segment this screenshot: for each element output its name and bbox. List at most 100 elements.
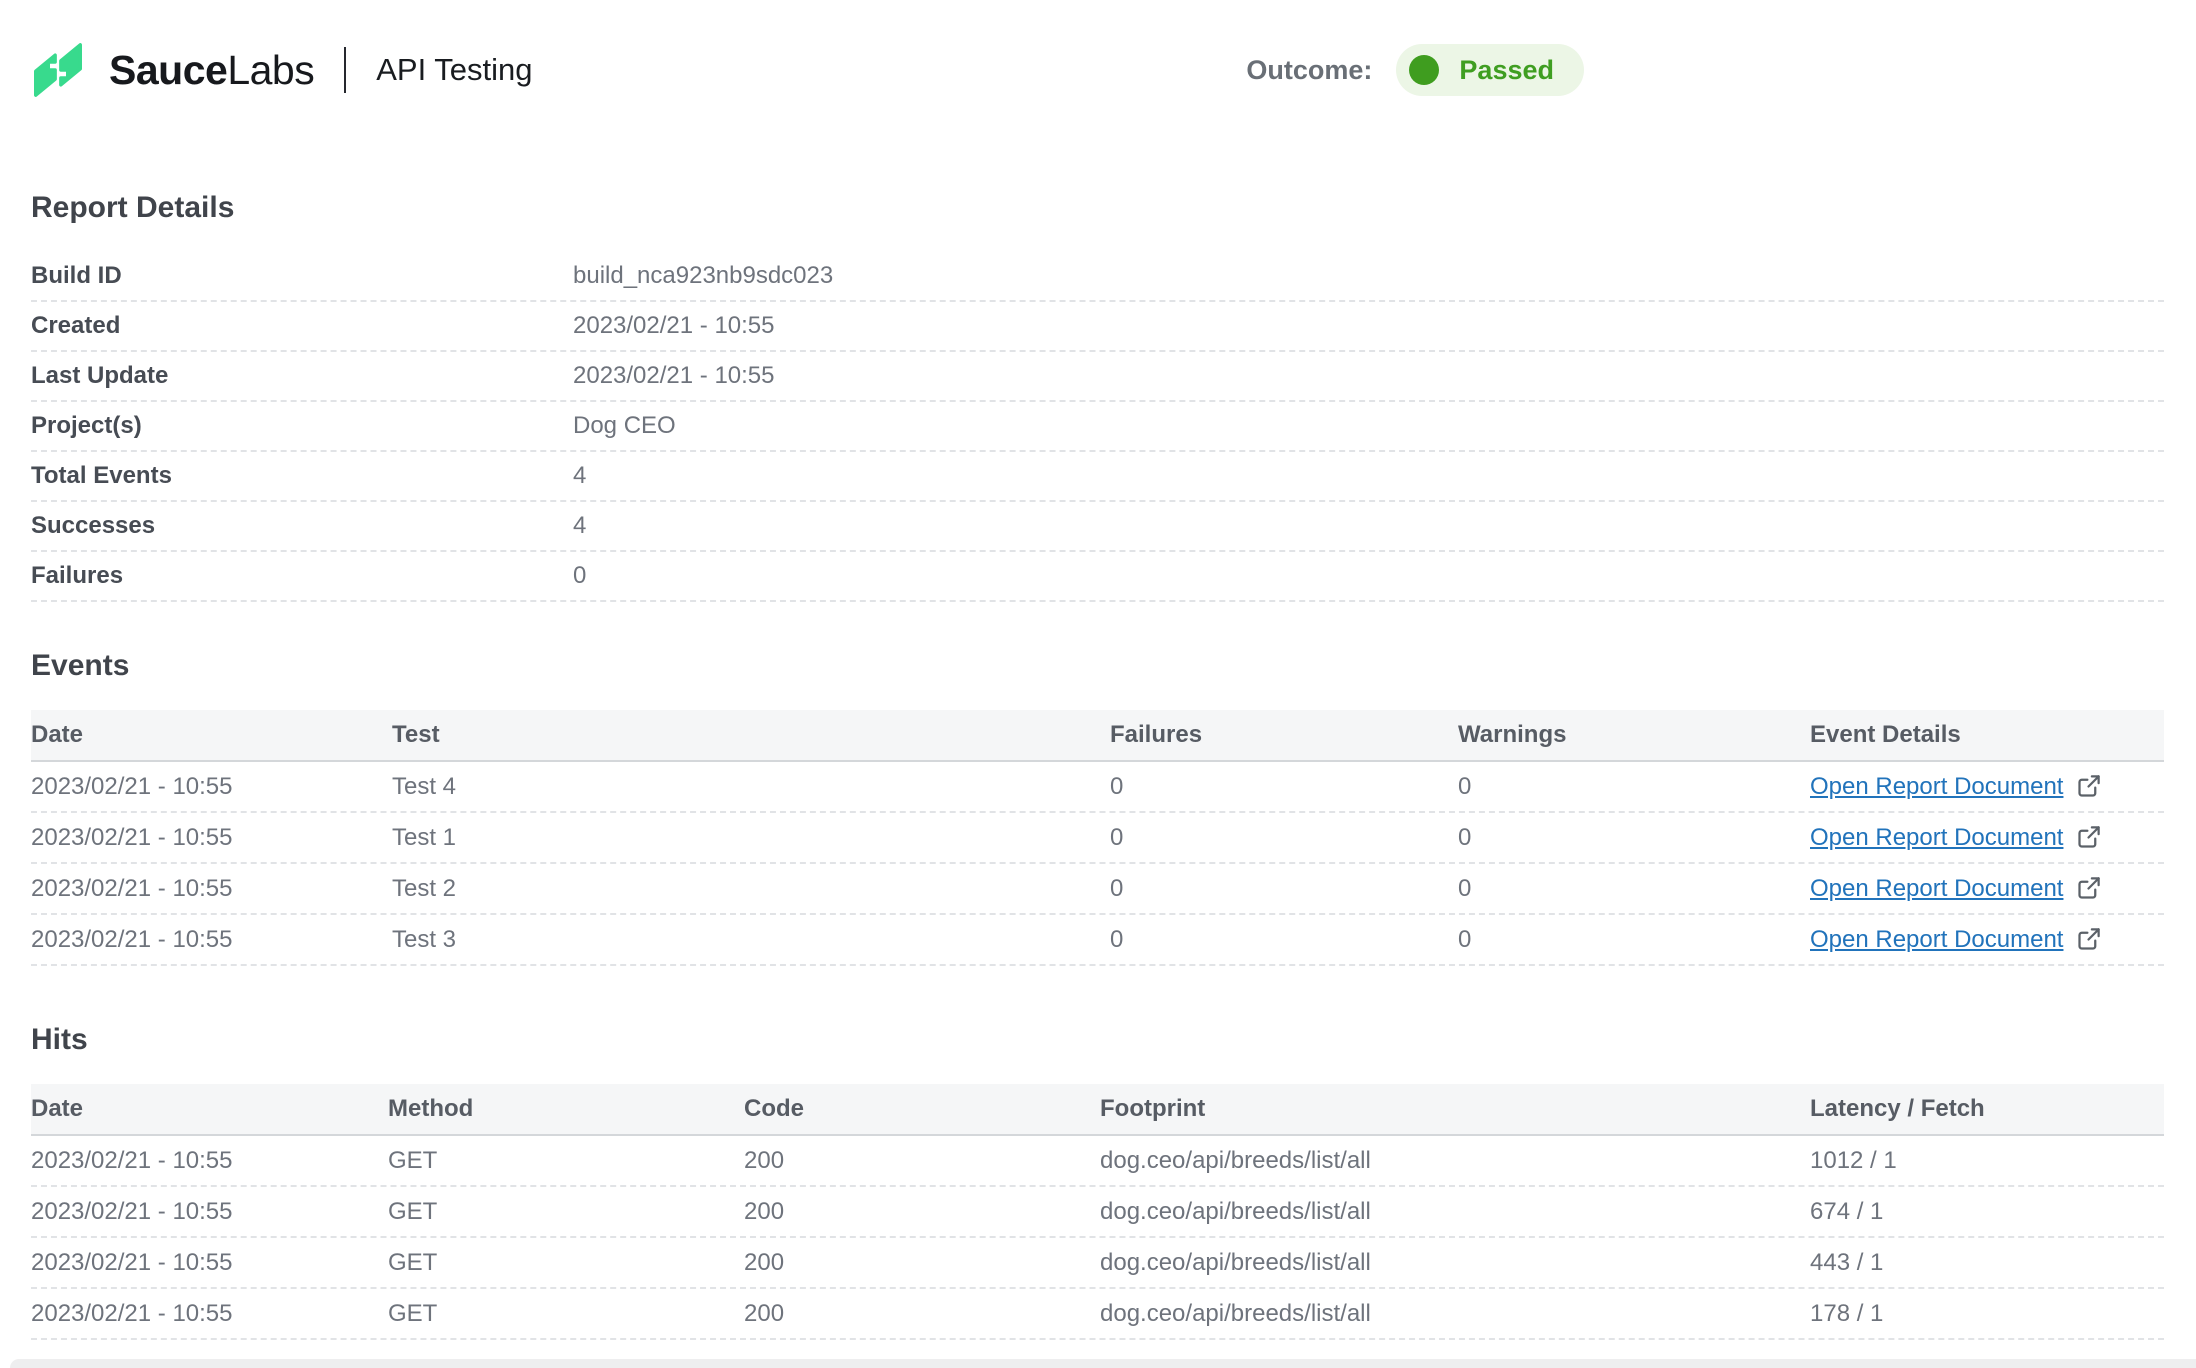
detail-row: Project(s) Dog CEO	[31, 402, 2164, 452]
event-test: Test 3	[392, 926, 1110, 954]
hit-row: 2023/02/21 - 10:55 GET 200 dog.ceo/api/b…	[31, 1187, 2164, 1238]
hits-title: Hits	[31, 1022, 2164, 1058]
detail-row: Created 2023/02/21 - 10:55	[31, 302, 2164, 352]
event-failures: 0	[1110, 824, 1458, 852]
report-details-title: Report Details	[31, 190, 2164, 226]
open-report-link[interactable]: Open Report Document	[1810, 926, 2102, 954]
event-warnings: 0	[1458, 773, 1810, 801]
hit-code: 200	[744, 1300, 1100, 1328]
event-row: 2023/02/21 - 10:55 Test 3 0 0 Open Repor…	[31, 915, 2164, 966]
column-header-warnings: Warnings	[1458, 721, 1810, 749]
event-row: 2023/02/21 - 10:55 Test 4 0 0 Open Repor…	[31, 762, 2164, 813]
events-section: Events Date Test Failures Warnings Event…	[31, 648, 2164, 966]
detail-row: Last Update 2023/02/21 - 10:55	[31, 352, 2164, 402]
detail-label: Failures	[31, 562, 573, 590]
external-link-icon	[2075, 824, 2102, 851]
outcome-label: Outcome:	[1246, 55, 1372, 86]
column-header-latency: Latency / Fetch	[1810, 1095, 2164, 1123]
brand: SauceLabs API Testing	[31, 38, 532, 102]
event-date: 2023/02/21 - 10:55	[31, 926, 392, 954]
detail-value: 2023/02/21 - 10:55	[573, 312, 775, 340]
hit-footprint: dog.ceo/api/breeds/list/all	[1100, 1198, 1810, 1226]
detail-label: Total Events	[31, 462, 573, 490]
external-link-icon	[2075, 875, 2102, 902]
column-header-test: Test	[392, 721, 1110, 749]
event-test: Test 4	[392, 773, 1110, 801]
event-warnings: 0	[1458, 875, 1810, 903]
hit-row: 2023/02/21 - 10:55 GET 200 dog.ceo/api/b…	[31, 1136, 2164, 1187]
open-report-link-label: Open Report Document	[1810, 926, 2063, 954]
event-date: 2023/02/21 - 10:55	[31, 875, 392, 903]
hit-method: GET	[388, 1198, 744, 1226]
hit-code: 200	[744, 1198, 1100, 1226]
hit-row: 2023/02/21 - 10:55 GET 200 dog.ceo/api/b…	[31, 1238, 2164, 1289]
outcome-badge: Passed	[1396, 44, 1584, 96]
column-header-failures: Failures	[1110, 721, 1458, 749]
detail-row: Build ID build_nca923nb9sdc023	[31, 252, 2164, 302]
hit-code: 200	[744, 1249, 1100, 1277]
outcome-group: Outcome: Passed	[1246, 44, 2164, 96]
column-header-footprint: Footprint	[1100, 1095, 1810, 1123]
bottom-bar	[10, 1359, 2196, 1368]
detail-value: Dog CEO	[573, 412, 676, 440]
hits-table-header: Date Method Code Footprint Latency / Fet…	[31, 1084, 2164, 1136]
hit-code: 200	[744, 1147, 1100, 1175]
detail-row: Successes 4	[31, 502, 2164, 552]
brand-labs: Labs	[227, 47, 314, 93]
report-details-list: Build ID build_nca923nb9sdc023 Created 2…	[31, 252, 2164, 602]
detail-value: 4	[573, 462, 586, 490]
brand-name: SauceLabs	[109, 47, 314, 94]
column-header-date: Date	[31, 1095, 388, 1123]
event-date: 2023/02/21 - 10:55	[31, 773, 392, 801]
hit-latency: 443 / 1	[1810, 1249, 2164, 1277]
detail-value: 4	[573, 512, 586, 540]
outcome-badge-label: Passed	[1459, 55, 1554, 86]
product-name: API Testing	[376, 52, 532, 88]
open-report-link[interactable]: Open Report Document	[1810, 875, 2102, 903]
detail-row: Failures 0	[31, 552, 2164, 602]
hit-method: GET	[388, 1249, 744, 1277]
open-report-link-label: Open Report Document	[1810, 773, 2063, 801]
report-details-section: Report Details Build ID build_nca923nb9s…	[31, 190, 2164, 602]
top-bar: SauceLabs API Testing Outcome: Passed	[31, 0, 2164, 100]
hit-latency: 178 / 1	[1810, 1300, 2164, 1328]
column-header-code: Code	[744, 1095, 1100, 1123]
external-link-icon	[2075, 926, 2102, 953]
hit-latency: 1012 / 1	[1810, 1147, 2164, 1175]
detail-label: Successes	[31, 512, 573, 540]
event-date: 2023/02/21 - 10:55	[31, 824, 392, 852]
event-row: 2023/02/21 - 10:55 Test 1 0 0 Open Repor…	[31, 813, 2164, 864]
hit-method: GET	[388, 1300, 744, 1328]
detail-label: Last Update	[31, 362, 573, 390]
hit-footprint: dog.ceo/api/breeds/list/all	[1100, 1249, 1810, 1277]
column-header-method: Method	[388, 1095, 744, 1123]
events-title: Events	[31, 648, 2164, 684]
event-test: Test 1	[392, 824, 1110, 852]
detail-label: Build ID	[31, 262, 573, 290]
hits-section: Hits Date Method Code Footprint Latency …	[31, 1022, 2164, 1340]
detail-row: Total Events 4	[31, 452, 2164, 502]
sauce-labs-logo-icon	[31, 38, 85, 102]
hit-date: 2023/02/21 - 10:55	[31, 1300, 388, 1328]
detail-label: Created	[31, 312, 573, 340]
page: SauceLabs API Testing Outcome: Passed Re…	[0, 0, 2196, 1340]
hit-date: 2023/02/21 - 10:55	[31, 1198, 388, 1226]
detail-label: Project(s)	[31, 412, 573, 440]
hit-date: 2023/02/21 - 10:55	[31, 1147, 388, 1175]
event-failures: 0	[1110, 875, 1458, 903]
hit-footprint: dog.ceo/api/breeds/list/all	[1100, 1300, 1810, 1328]
event-failures: 0	[1110, 773, 1458, 801]
open-report-link[interactable]: Open Report Document	[1810, 824, 2102, 852]
external-link-icon	[2075, 773, 2102, 800]
hit-date: 2023/02/21 - 10:55	[31, 1249, 388, 1277]
column-header-event-details: Event Details	[1810, 721, 2164, 749]
event-row: 2023/02/21 - 10:55 Test 2 0 0 Open Repor…	[31, 864, 2164, 915]
event-failures: 0	[1110, 926, 1458, 954]
brand-divider	[344, 47, 346, 93]
hit-row: 2023/02/21 - 10:55 GET 200 dog.ceo/api/b…	[31, 1289, 2164, 1340]
open-report-link-label: Open Report Document	[1810, 824, 2063, 852]
status-dot-icon	[1409, 55, 1439, 85]
open-report-link[interactable]: Open Report Document	[1810, 773, 2102, 801]
column-header-date: Date	[31, 721, 392, 749]
events-table-header: Date Test Failures Warnings Event Detail…	[31, 710, 2164, 762]
